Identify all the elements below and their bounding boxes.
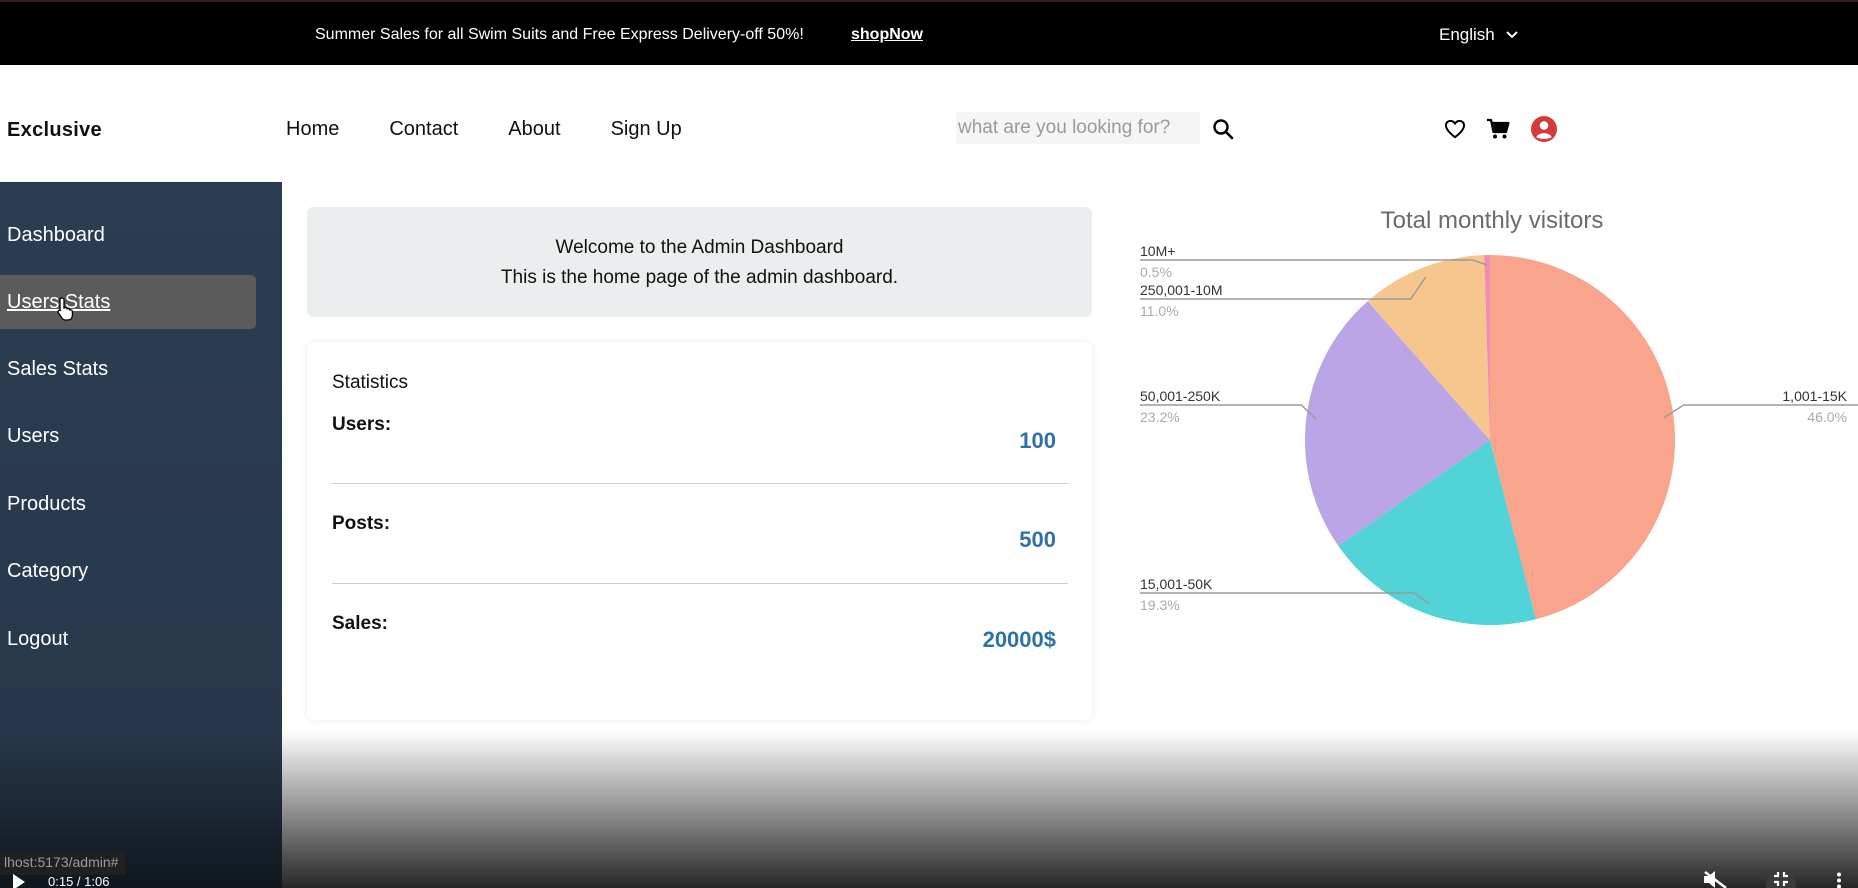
pie-label: 15,001-50K xyxy=(1140,576,1213,592)
sidebar-item-users-stats[interactable]: Users Stats xyxy=(0,275,256,329)
chevron-down-icon xyxy=(1506,31,1518,39)
play-icon[interactable] xyxy=(12,874,26,888)
welcome-subtext: This is the home page of the admin dashb… xyxy=(500,267,899,288)
sidebar-item-logout[interactable]: Logout xyxy=(0,612,256,666)
nav-about[interactable]: About xyxy=(508,118,560,141)
language-selector[interactable]: English xyxy=(1439,25,1519,45)
search-icon[interactable] xyxy=(1212,118,1234,140)
pie-percent-label: 46.0% xyxy=(1807,409,1847,425)
stat-value: 20000$ xyxy=(982,627,1056,652)
stat-label: Posts: xyxy=(332,513,391,534)
pie-label: 10M+ xyxy=(1140,243,1175,259)
sidebar-item-category[interactable]: Category xyxy=(0,544,256,598)
heart-icon[interactable] xyxy=(1444,119,1466,139)
stat-value: 100 xyxy=(1019,428,1056,453)
nav-sign-up[interactable]: Sign Up xyxy=(611,118,682,141)
visitors-pie-chart: Total monthly visitors 1,001-15K 46.0% 15,… xyxy=(1130,195,1858,645)
mute-icon[interactable] xyxy=(1702,871,1728,888)
admin-sidebar: Dashboard Users Stats Sales Stats Users … xyxy=(0,182,282,888)
promo-banner: Summer Sales for all Swim Suits and Free… xyxy=(0,0,1858,65)
pie-slices xyxy=(1305,255,1676,625)
divider xyxy=(332,583,1068,584)
welcome-heading: Welcome to the Admin Dashboard xyxy=(555,237,844,258)
sidebar-item-users[interactable]: Users xyxy=(0,409,256,463)
pie-label: 50,001-250K xyxy=(1140,388,1221,404)
pie-percent-label: 11.0% xyxy=(1140,303,1179,319)
logo[interactable]: Exclusive xyxy=(7,119,102,142)
pie-percent-label: 19.3% xyxy=(1140,597,1180,613)
pie-percent-label: 23.2% xyxy=(1140,409,1180,425)
video-shade xyxy=(282,730,1858,888)
mouse-cursor-icon xyxy=(57,297,74,321)
nav-home[interactable]: Home xyxy=(286,118,339,141)
chart-title: Total monthly visitors xyxy=(1381,207,1604,234)
site-header: Exclusive Home Contact About Sign Up xyxy=(0,65,1858,182)
sidebar-item-sales-stats[interactable]: Sales Stats xyxy=(0,342,256,396)
video-controls: 0:15 / 1:06 xyxy=(0,870,1858,888)
statistics-card: Statistics Users: 100 Posts: 500 Sales: … xyxy=(307,342,1092,720)
divider xyxy=(332,483,1068,484)
more-options-icon[interactable] xyxy=(1836,872,1842,888)
shop-now-link[interactable]: shopNow xyxy=(851,26,923,44)
pie-label: 1,001-15K xyxy=(1782,388,1847,404)
welcome-card: Welcome to the Admin Dashboard This is t… xyxy=(307,207,1092,317)
statistics-title: Statistics xyxy=(332,372,409,393)
pie-leader-line xyxy=(1140,592,1430,605)
promo-text: Summer Sales for all Swim Suits and Free… xyxy=(315,26,804,43)
stat-value: 500 xyxy=(1019,527,1056,552)
exit-fullscreen-icon[interactable] xyxy=(1766,870,1796,888)
search-input[interactable] xyxy=(956,112,1200,144)
video-time: 0:15 / 1:06 xyxy=(48,874,110,888)
nav-contact[interactable]: Contact xyxy=(389,118,458,141)
main-nav: Home Contact About Sign Up xyxy=(286,118,682,141)
stat-label: Users: xyxy=(332,414,392,435)
stat-label: Sales: xyxy=(332,613,388,634)
header-icons xyxy=(1444,115,1558,143)
language-label: English xyxy=(1439,25,1495,44)
user-account-icon[interactable] xyxy=(1530,115,1558,143)
sidebar-item-products[interactable]: Products xyxy=(0,477,256,531)
pie-label: 250,001-10M xyxy=(1140,282,1223,298)
pie-percent-label: 0.5% xyxy=(1140,264,1172,280)
sidebar-item-dashboard[interactable]: Dashboard xyxy=(0,208,256,262)
search-box xyxy=(956,112,1200,144)
pie-chart-svg: Total monthly visitors 1,001-15K 46.0% 15,… xyxy=(1140,207,1858,625)
page-root: Summer Sales for all Swim Suits and Free… xyxy=(0,0,1858,888)
cart-icon[interactable] xyxy=(1486,118,1510,140)
